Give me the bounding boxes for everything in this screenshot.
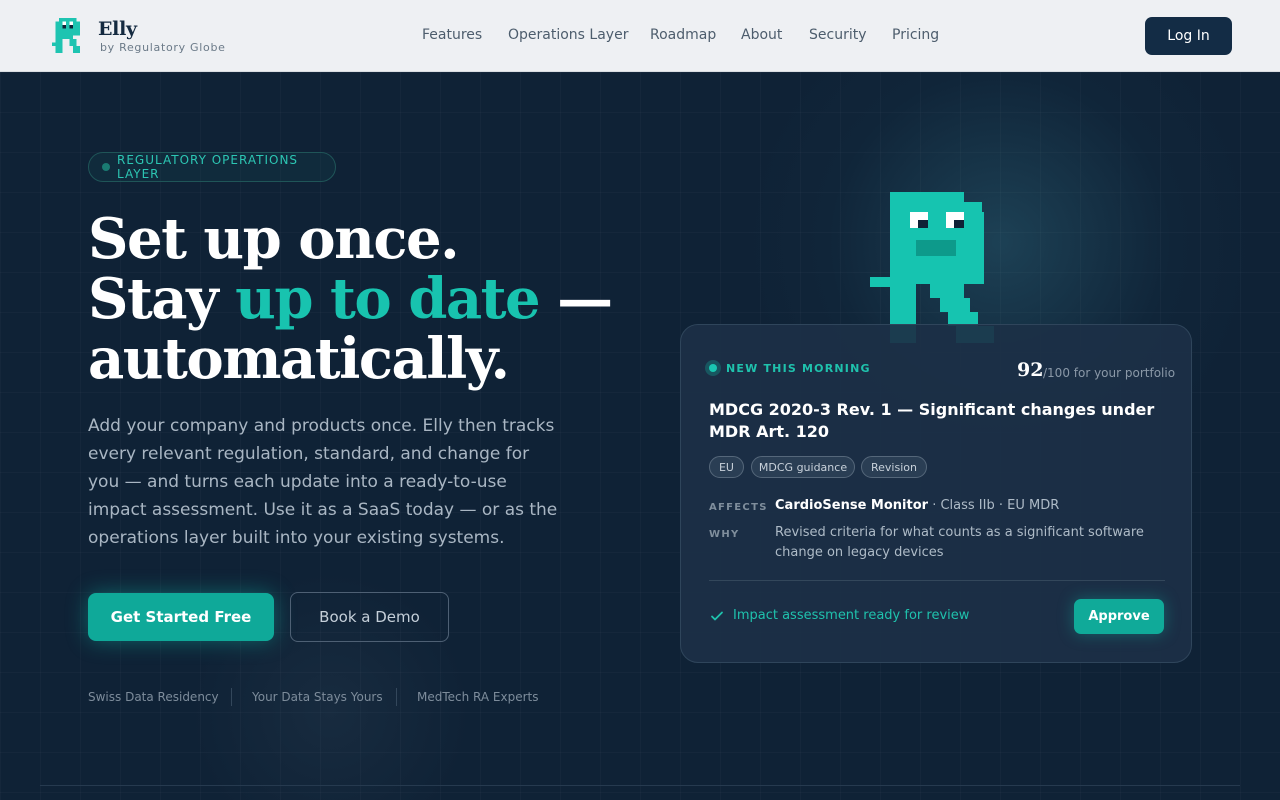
affects-label: AFFECTS	[709, 502, 768, 513]
nav-pricing[interactable]: Pricing	[892, 27, 939, 43]
why-value: Revised criteria for what counts as a si…	[775, 525, 1144, 560]
affected-product[interactable]: CardioSense Monitor	[775, 498, 928, 513]
section-divider	[40, 785, 1240, 786]
nav-about[interactable]: About	[741, 27, 782, 43]
tag-revision: Revision	[861, 456, 927, 478]
check-icon	[711, 611, 723, 621]
trust-divider	[396, 688, 397, 706]
update-card[interactable]: NEW THIS MORNING 92 /100 for your portfo…	[680, 324, 1192, 663]
top-navbar: Elly by Regulatory Globe Features Operat…	[0, 0, 1280, 72]
hero-badge: REGULATORY OPERATIONS LAYER	[88, 152, 336, 182]
affected-product-detail: · Class IIb · EU MDR	[928, 498, 1060, 513]
nav-operations-layer[interactable]: Operations Layer	[508, 27, 628, 43]
elly-mascot-icon	[870, 192, 994, 343]
live-indicator-icon	[705, 360, 721, 376]
approve-button[interactable]: Approve	[1074, 599, 1164, 634]
portfolio-score: 92	[1017, 359, 1044, 381]
login-button[interactable]: Log In	[1145, 17, 1232, 55]
nav-security[interactable]: Security	[809, 27, 867, 43]
badge-label: REGULATORY OPERATIONS LAYER	[117, 153, 299, 181]
hero-lead: Add your company and products once. Elly…	[88, 416, 558, 548]
trust-item-swiss: Swiss Data Residency	[88, 690, 219, 704]
trust-item-experts: MedTech RA Experts	[417, 690, 539, 704]
brand-tagline: by Regulatory Globe	[100, 41, 226, 54]
headline-accent: up to date	[235, 266, 541, 332]
hero-headline: Set up once. Stay up to date — automatic…	[88, 206, 613, 392]
headline-line-2-post: —	[539, 266, 613, 332]
book-demo-button[interactable]: Book a Demo	[290, 592, 449, 642]
brand-name[interactable]: Elly	[98, 18, 137, 40]
tag-mdcg-guidance: MDCG guidance	[751, 456, 855, 478]
portfolio-score-suffix: /100 for your portfolio	[1043, 366, 1176, 380]
headline-line-3: automatically.	[88, 326, 510, 392]
affects-value: CardioSense Monitor · Class IIb · EU MDR	[775, 496, 1170, 516]
assessment-status: Impact assessment ready for review	[733, 608, 970, 623]
trust-item-data: Your Data Stays Yours	[252, 690, 383, 704]
why-label: WHY	[709, 529, 740, 540]
headline-line-2-pre: Stay	[88, 266, 236, 332]
nav-roadmap[interactable]: Roadmap	[650, 27, 716, 43]
trust-divider	[231, 688, 232, 706]
elly-logo-icon[interactable]	[52, 18, 80, 53]
badge-dot-icon	[102, 163, 110, 171]
tag-eu: EU	[709, 456, 744, 478]
headline-line-1: Set up once.	[88, 206, 460, 272]
update-title[interactable]: MDCG 2020-3 Rev. 1 — Significant changes…	[709, 399, 1169, 443]
nav-features[interactable]: Features	[422, 27, 482, 43]
get-started-button[interactable]: Get Started Free	[88, 593, 274, 641]
hero-section: REGULATORY OPERATIONS LAYER Set up once.…	[0, 72, 1280, 800]
card-divider	[709, 580, 1165, 581]
new-label: NEW THIS MORNING	[726, 362, 871, 375]
